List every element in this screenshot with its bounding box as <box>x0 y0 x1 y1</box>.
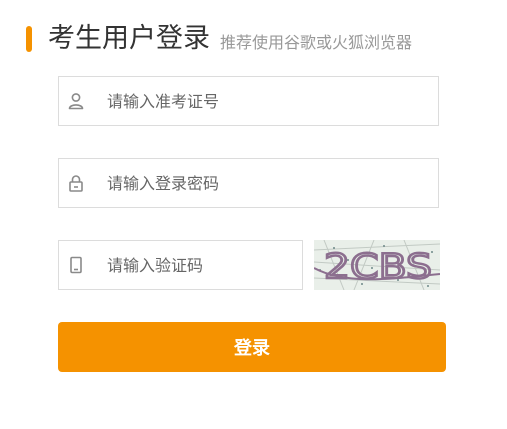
password-field[interactable] <box>58 158 439 208</box>
ticket-number-field[interactable] <box>58 76 439 126</box>
captcha-image[interactable]: 2CBS <box>314 240 440 290</box>
captcha-field[interactable] <box>58 240 303 290</box>
captcha-text: 2CBS <box>324 247 432 287</box>
password-input[interactable] <box>107 159 438 207</box>
ticket-number-input[interactable] <box>107 77 438 125</box>
title-accent-bar <box>26 26 32 52</box>
browser-recommendation: 推荐使用谷歌或火狐浏览器 <box>220 33 413 52</box>
user-icon <box>67 92 85 110</box>
captcha-input[interactable] <box>107 241 302 289</box>
page-header: 考生用户登录 推荐使用谷歌或火狐浏览器 <box>26 22 412 56</box>
page-title: 考生用户登录 <box>48 23 210 54</box>
login-button[interactable]: 登录 <box>58 322 446 372</box>
lock-icon <box>67 174 85 192</box>
phone-icon <box>67 256 85 274</box>
